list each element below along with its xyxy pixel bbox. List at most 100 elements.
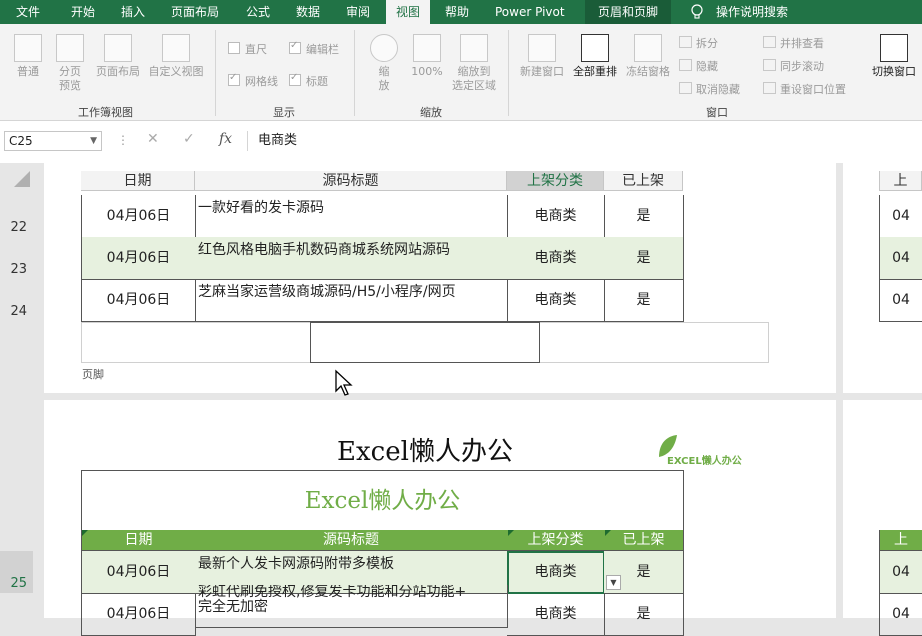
page-layout-view-button[interactable]: 页面布局 [92,34,144,79]
row-header-25[interactable]: 25 [0,551,33,593]
reset-window-position-button[interactable]: 重设窗口位置 [763,81,846,97]
cell-date[interactable]: 04月06日 [81,237,196,280]
page-break-preview-button[interactable]: 分页 预览 [50,34,90,93]
formula-bar: C25 ▼ ⋮ ✕ ✓ fx 电商类 [0,121,922,164]
table-header-title[interactable]: 源码标题 [195,530,508,551]
gridlines-checkbox[interactable]: 网格线 [228,72,278,89]
chevron-down-icon[interactable]: ▼ [90,132,97,150]
cancel-icon[interactable]: ✕ [147,131,159,147]
zoom-selection-icon [460,34,488,62]
unhide-icon [679,82,692,94]
tab-insert[interactable]: 插入 [121,0,145,24]
switch-windows-button[interactable]: 切换窗口 [866,34,922,79]
reset-position-icon [763,82,776,94]
cell-date[interactable]: 04月06日 [81,593,196,636]
tab-help[interactable]: 帮助 [445,0,469,24]
gridlines-label: 网格线 [245,75,278,88]
table-header-partial[interactable]: 上 [879,530,922,551]
tab-review[interactable]: 审阅 [346,0,370,24]
tab-data[interactable]: 数据 [296,0,320,24]
cell-title[interactable]: 一款好看的发卡源码 [195,195,508,238]
formula-input[interactable]: 电商类 [247,131,922,151]
table-header-date[interactable]: 日期 [81,530,196,551]
split-label: 拆分 [696,37,718,50]
tab-header-footer[interactable]: 页眉和页脚 [585,0,671,24]
row-header-22[interactable]: 22 [0,195,33,237]
name-box[interactable]: C25 ▼ [4,131,102,151]
dropdown-arrow-icon[interactable]: ▼ [606,575,621,590]
freeze-panes-button[interactable]: 冻结窗格 [622,34,674,79]
cell-date[interactable]: 04月06日 [81,279,196,322]
select-all-icon[interactable] [14,171,30,187]
checkbox-checked-icon [289,40,301,54]
zoom-100-button[interactable]: 100% [406,34,448,79]
column-header-date[interactable]: 日期 [81,171,195,191]
formula-bar-checkbox[interactable]: 编辑栏 [289,40,339,57]
cell-title[interactable]: 芝麻当家运营级商城源码/H5/小程序/网页 [195,279,508,322]
split-icon [679,36,692,48]
cell-date-partial[interactable]: 04 [879,279,922,322]
cell-listed[interactable]: 是 [604,195,684,238]
group-label-workbook-views: 工作簿视图 [78,106,133,119]
ruler-checkbox[interactable]: 直尺 [228,41,267,57]
tab-formulas[interactable]: 公式 [246,0,270,24]
tab-page-layout[interactable]: 页面布局 [171,0,219,24]
row-header-24[interactable]: 24 [0,279,33,321]
tab-power-pivot[interactable]: Power Pivot [495,0,565,24]
tell-me-search[interactable]: 操作说明搜索 [716,0,788,24]
table-title[interactable]: Excel懒人办公 [81,470,684,530]
switch-windows-label: 切换窗口 [872,65,916,78]
enter-icon[interactable]: ✓ [183,131,195,147]
cell-date-partial[interactable]: 04 [879,551,922,594]
split-button[interactable]: 拆分 [679,35,718,51]
column-header-listed[interactable]: 已上架 [604,171,683,191]
cell-listed[interactable]: 是 [604,593,684,636]
cell-date-partial[interactable]: 04 [879,593,922,636]
cell-title-line-1: 彩虹代刷免授权,修复发卡功能和分站功能+ [198,585,467,600]
filter-marker-icon [82,530,88,536]
zoom-button[interactable]: 缩放 [366,34,402,93]
cell-listed[interactable]: 是 [604,279,684,322]
column-header-title[interactable]: 源码标题 [195,171,507,191]
tab-home[interactable]: 开始 [71,0,95,24]
zoom-selection-label-2: 选定区域 [452,79,496,92]
column-header-partial[interactable]: 上 [879,171,922,191]
cell-listed[interactable]: 是 [604,237,684,280]
cell-date[interactable]: 04月06日 [81,195,196,238]
cell-category[interactable]: 电商类 [507,195,605,238]
cell-date-partial[interactable]: 04 [879,237,922,280]
cell-category[interactable]: 电商类 [507,279,605,322]
tab-view[interactable]: 视图 [386,0,430,24]
checkbox-checked-icon [289,72,301,86]
sync-scroll-button[interactable]: 同步滚动 [763,58,824,74]
table-header-listed[interactable]: 已上架 [604,530,684,551]
hide-button[interactable]: 隐藏 [679,58,718,74]
cell-date-partial[interactable]: 04 [879,195,922,238]
custom-views-icon [162,34,190,62]
tab-file[interactable]: 文件 [16,0,40,24]
cell-title[interactable]: 彩虹代刷免授权,修复发卡功能和分站功能+ 完全无加密 [195,585,508,628]
footer-label: 页脚 [82,368,104,381]
new-window-button[interactable]: 新建窗口 [516,34,568,79]
headings-checkbox[interactable]: 标题 [289,72,328,89]
custom-views-button[interactable]: 自定义视图 [145,34,207,79]
normal-view-button[interactable]: 普通 [8,34,48,79]
insert-function-icon[interactable]: fx [219,131,232,147]
zoom-to-selection-button[interactable]: 缩放到 选定区域 [448,34,500,93]
arrange-all-button[interactable]: 全部重排 [569,34,621,79]
table-header-category[interactable]: 上架分类 [507,530,605,551]
footer-center-section[interactable] [310,322,540,363]
cell-category[interactable]: 电商类 [507,237,605,280]
cell-category[interactable]: 电商类 [507,593,605,636]
view-side-by-side-button[interactable]: 并排查看 [763,35,824,51]
hide-icon [679,59,692,71]
column-header-category[interactable]: 上架分类 [507,171,604,191]
unhide-button[interactable]: 取消隐藏 [679,81,740,97]
cell-category-selected[interactable]: 电商类 [507,551,605,594]
group-label-window: 窗口 [706,106,728,119]
row-header-23[interactable]: 23 [0,237,33,279]
ribbon-separator [508,30,509,116]
cell-date[interactable]: 04月06日 [81,551,196,594]
page-break-label-1: 分页 [59,65,81,78]
cell-title[interactable]: 红色风格电脑手机数码商城系统网站源码 [195,237,508,280]
